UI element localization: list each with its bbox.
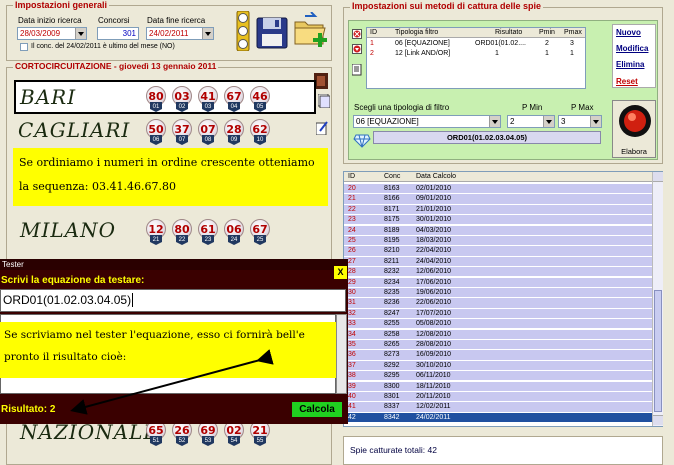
- annotation-arrow: [70, 349, 274, 415]
